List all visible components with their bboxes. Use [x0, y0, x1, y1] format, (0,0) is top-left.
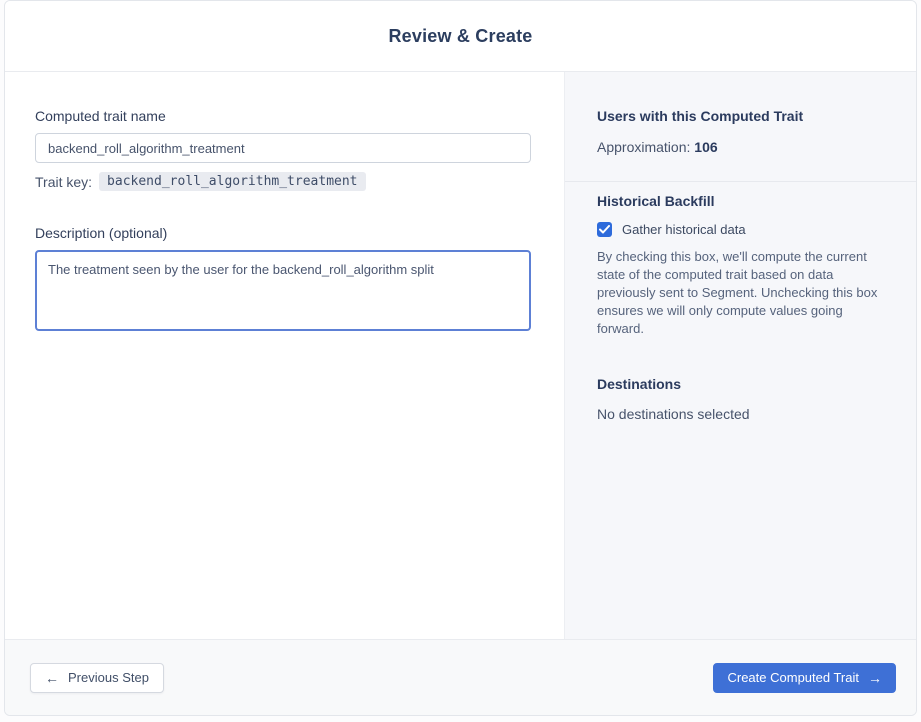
trait-name-input[interactable]: [35, 133, 531, 163]
destinations-value: No destinations selected: [597, 406, 750, 422]
destinations-heading: Destinations: [597, 376, 682, 392]
arrow-left-icon: ←: [45, 669, 59, 686]
trait-summary-panel: Users with this Computed Trait Approxima…: [564, 72, 916, 639]
page-title: Review & Create: [388, 25, 533, 46]
trait-key-chip: backend_roll_algorithm_treatment: [99, 172, 366, 191]
approximation-row: Approximation: 106: [597, 139, 890, 155]
trait-key-label: Trait key:: [35, 173, 93, 190]
trait-name-label: Computed trait name: [35, 108, 166, 124]
wizard-content: Computed trait name Trait key: backend_r…: [5, 72, 916, 639]
section-divider: [565, 181, 916, 182]
approximation-label: Approximation:: [597, 139, 691, 155]
backfill-description: By checking this box, we'll compute the …: [597, 249, 878, 336]
backfill-heading: Historical Backfill: [597, 193, 715, 209]
create-computed-trait-button[interactable]: Create Computed Trait →: [713, 662, 896, 693]
users-heading: Users with this Computed Trait: [597, 108, 804, 124]
gather-historical-checkbox-row[interactable]: Gather historical data: [597, 222, 890, 237]
approximation-value: 106: [694, 139, 718, 155]
review-create-page: Review & Create Computed trait name Trai…: [0, 0, 921, 722]
trait-form-panel: Computed trait name Trait key: backend_r…: [5, 72, 564, 639]
wizard-header: Review & Create: [5, 1, 916, 72]
create-trait-label: Create Computed Trait: [727, 670, 859, 685]
description-textarea[interactable]: The treatment seen by the user for the b…: [35, 250, 531, 331]
description-label: Description (optional): [35, 225, 168, 241]
wizard-footer: ← Previous Step Create Computed Trait →: [5, 639, 916, 715]
trait-key-row: Trait key: backend_roll_algorithm_treatm…: [35, 172, 534, 191]
wizard-card: Review & Create Computed trait name Trai…: [4, 0, 917, 716]
checkmark-icon: [599, 225, 610, 234]
previous-step-button[interactable]: ← Previous Step: [30, 662, 164, 693]
previous-step-label: Previous Step: [68, 670, 149, 685]
description-block: Description (optional) The treatment see…: [35, 225, 534, 336]
checkbox-checked-icon[interactable]: [597, 222, 612, 237]
arrow-right-icon: →: [868, 669, 882, 686]
gather-historical-label[interactable]: Gather historical data: [622, 222, 746, 237]
